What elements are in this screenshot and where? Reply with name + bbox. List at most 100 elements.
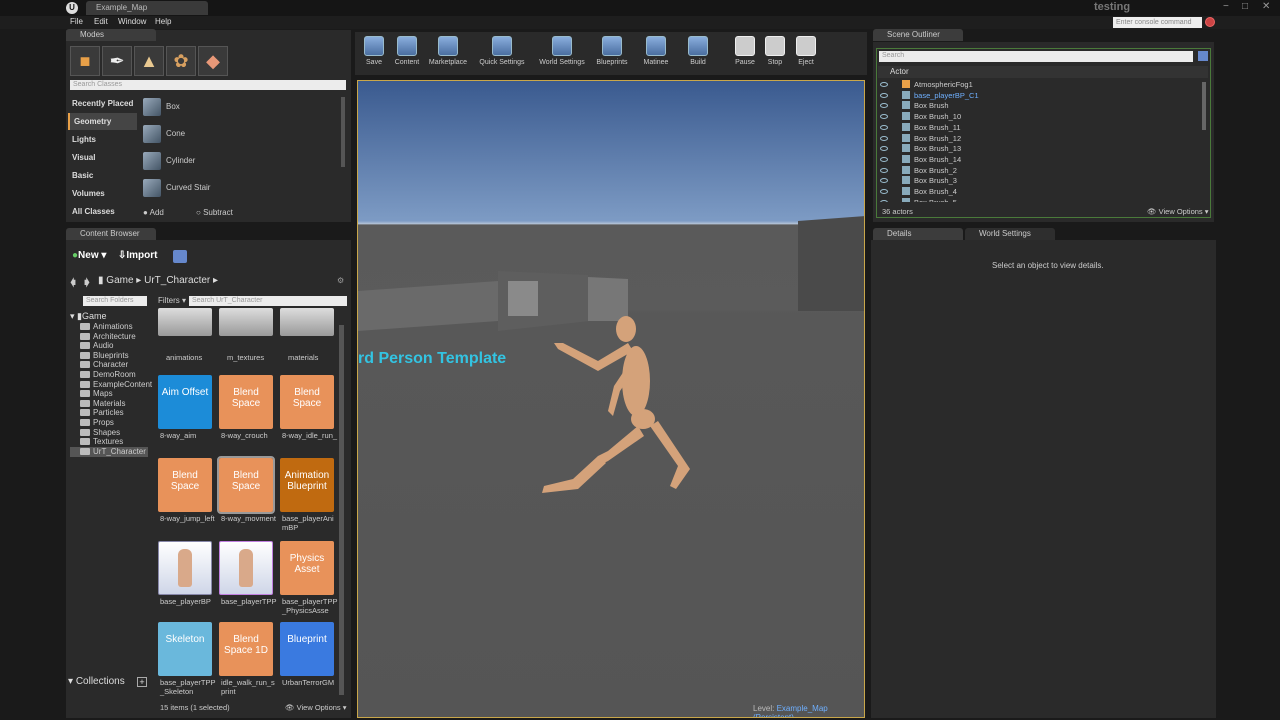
outliner-row[interactable]: Box Brush_5 (880, 197, 1202, 202)
folder-tree-item[interactable]: Textures (80, 437, 123, 447)
folder-thumbnail[interactable] (158, 308, 212, 336)
foliage-mode-icon[interactable]: ✿ (166, 46, 196, 76)
folder-tree-item[interactable]: Particles (80, 408, 124, 418)
marketplace-button[interactable]: Marketplace (426, 36, 470, 72)
outliner-row[interactable]: Box Brush_3 (880, 175, 1202, 186)
subtract-brush-radio[interactable]: ○ Subtract (196, 208, 233, 217)
add-collection-button[interactable]: + (137, 677, 147, 687)
outliner-settings-icon[interactable] (1198, 51, 1208, 61)
menu-file[interactable]: File (70, 17, 83, 26)
folder-tree-item[interactable]: Props (80, 418, 114, 428)
breadcrumb-urt-character[interactable]: UrT_Character (144, 275, 210, 286)
forward-arrow-icon[interactable]: 🡂 (84, 274, 90, 293)
place-mode-icon[interactable]: ■ (70, 46, 100, 76)
category-recently-placed[interactable]: Recently Placed (68, 95, 137, 112)
folder-tree-item[interactable]: Maps (80, 389, 113, 399)
eye-icon[interactable] (880, 103, 888, 109)
build-button[interactable]: Build (683, 36, 713, 72)
category-geometry[interactable]: Geometry (68, 113, 137, 130)
blueprints-button[interactable]: Blueprints (594, 36, 630, 72)
outliner-actor-column[interactable]: Actor (878, 66, 1208, 78)
eye-icon[interactable] (880, 199, 888, 202)
outliner-row[interactable]: base_playerBP_C1 (880, 90, 1202, 101)
content-view-options[interactable]: 👁 View Options ▾ (285, 703, 347, 712)
eye-icon[interactable] (880, 189, 888, 194)
eject-button[interactable]: Eject (792, 36, 820, 72)
outliner-row[interactable]: Box Brush (880, 100, 1202, 111)
folder-tree-item[interactable]: UrT_Character (70, 446, 148, 457)
asset-thumbnail[interactable]: Animation Blueprint (280, 458, 334, 512)
level-viewport[interactable]: rd Person Template Level: Example_Map (P… (357, 80, 865, 718)
world-settings-button[interactable]: World Settings (538, 36, 586, 72)
tab-details[interactable]: Details (873, 228, 963, 240)
asset-thumbnail[interactable]: Blend Space (158, 458, 212, 512)
eye-icon[interactable] (880, 156, 888, 162)
outliner-row[interactable]: Box Brush_10 (880, 111, 1202, 122)
eye-icon[interactable] (880, 92, 888, 98)
asset-thumbnail[interactable]: Aim Offset (158, 375, 212, 429)
outliner-row[interactable]: AtmosphericFog1 (880, 79, 1202, 90)
pause-button[interactable]: Pause (732, 36, 758, 72)
new-button[interactable]: ●New ▾ (72, 250, 114, 264)
folder-tree-item[interactable]: DemoRoom (80, 370, 136, 380)
asset-thumbnail[interactable]: Blend Space (219, 375, 273, 429)
breadcrumb-game[interactable]: Game (106, 275, 133, 286)
folder-tree-item[interactable]: ExampleContent (80, 380, 152, 390)
eye-icon[interactable] (880, 167, 888, 173)
category-lights[interactable]: Lights (68, 131, 137, 148)
asset-thumbnail[interactable]: Skeleton (158, 622, 212, 676)
menu-edit[interactable]: Edit (94, 17, 108, 26)
lock-icon[interactable]: ⚙ (337, 276, 344, 285)
asset-thumbnail[interactable]: Physics Asset (280, 541, 334, 595)
outliner-row[interactable]: Box Brush_12 (880, 133, 1202, 144)
import-button[interactable]: ⇩Import (118, 250, 168, 264)
eye-icon[interactable] (880, 114, 888, 120)
category-basic[interactable]: Basic (68, 167, 137, 184)
outliner-row[interactable]: Box Brush_2 (880, 165, 1202, 176)
asset-thumbnail[interactable]: Blend Space 1D (219, 622, 273, 676)
character-model[interactable] (542, 316, 690, 493)
eye-icon[interactable] (880, 146, 888, 152)
geometry-item-cylinder[interactable]: Cylinder (140, 150, 340, 174)
map-tab[interactable]: Example_Map (86, 1, 208, 15)
geometry-item-curved-stair[interactable]: Curved Stair (140, 177, 340, 201)
back-arrow-icon[interactable]: 🡀 (70, 274, 76, 293)
stop-button[interactable]: Stop (762, 36, 788, 72)
asset-thumbnail[interactable]: Blend Space (280, 375, 334, 429)
geometry-mode-icon[interactable]: ◆ (198, 46, 228, 76)
content-scrollbar[interactable] (339, 325, 344, 695)
alert-icon[interactable] (1205, 17, 1215, 27)
content-button[interactable]: Content (390, 36, 424, 72)
folder-tree-item[interactable]: Audio (80, 341, 113, 351)
eye-icon[interactable] (880, 178, 888, 184)
menu-window[interactable]: Window (118, 17, 146, 26)
asset-thumbnail[interactable]: Blueprint (280, 622, 334, 676)
save-button[interactable]: Save (360, 36, 388, 72)
tab-scene-outliner[interactable]: Scene Outliner (873, 29, 963, 41)
menu-help[interactable]: Help (155, 17, 171, 26)
eye-icon[interactable] (880, 135, 888, 141)
maximize-button[interactable]: □ (1242, 1, 1248, 12)
outliner-row[interactable]: Box Brush_4 (880, 186, 1202, 197)
folder-tree-item[interactable]: Materials (80, 399, 125, 409)
outliner-row[interactable]: Box Brush_14 (880, 154, 1202, 165)
tab-modes[interactable]: Modes (66, 29, 156, 41)
quick-settings-button[interactable]: Quick Settings (474, 36, 530, 72)
search-folders-input[interactable]: Search Folders (83, 296, 147, 306)
category-visual[interactable]: Visual (68, 149, 137, 166)
folder-tree-item[interactable]: Blueprints (80, 351, 129, 361)
geometry-item-cone[interactable]: Cone (140, 123, 340, 147)
eye-icon[interactable] (880, 124, 888, 130)
asset-thumbnail[interactable]: Blend Space (217, 456, 275, 514)
matinee-button[interactable]: Matinee (640, 36, 672, 72)
category-all-classes[interactable]: All Classes (68, 203, 137, 220)
search-assets-input[interactable]: Search UrT_Character (189, 296, 347, 306)
folder-thumbnail[interactable] (219, 308, 273, 336)
folder-tree-root[interactable]: ▾ ▮Game (70, 311, 107, 322)
eye-icon[interactable] (880, 82, 888, 87)
category-volumes[interactable]: Volumes (68, 185, 137, 202)
landscape-mode-icon[interactable]: ▲ (134, 46, 164, 76)
console-input[interactable]: Enter console command (1113, 17, 1202, 28)
tab-world-settings[interactable]: World Settings (965, 228, 1055, 240)
folder-tree-item[interactable]: Architecture (80, 332, 136, 342)
